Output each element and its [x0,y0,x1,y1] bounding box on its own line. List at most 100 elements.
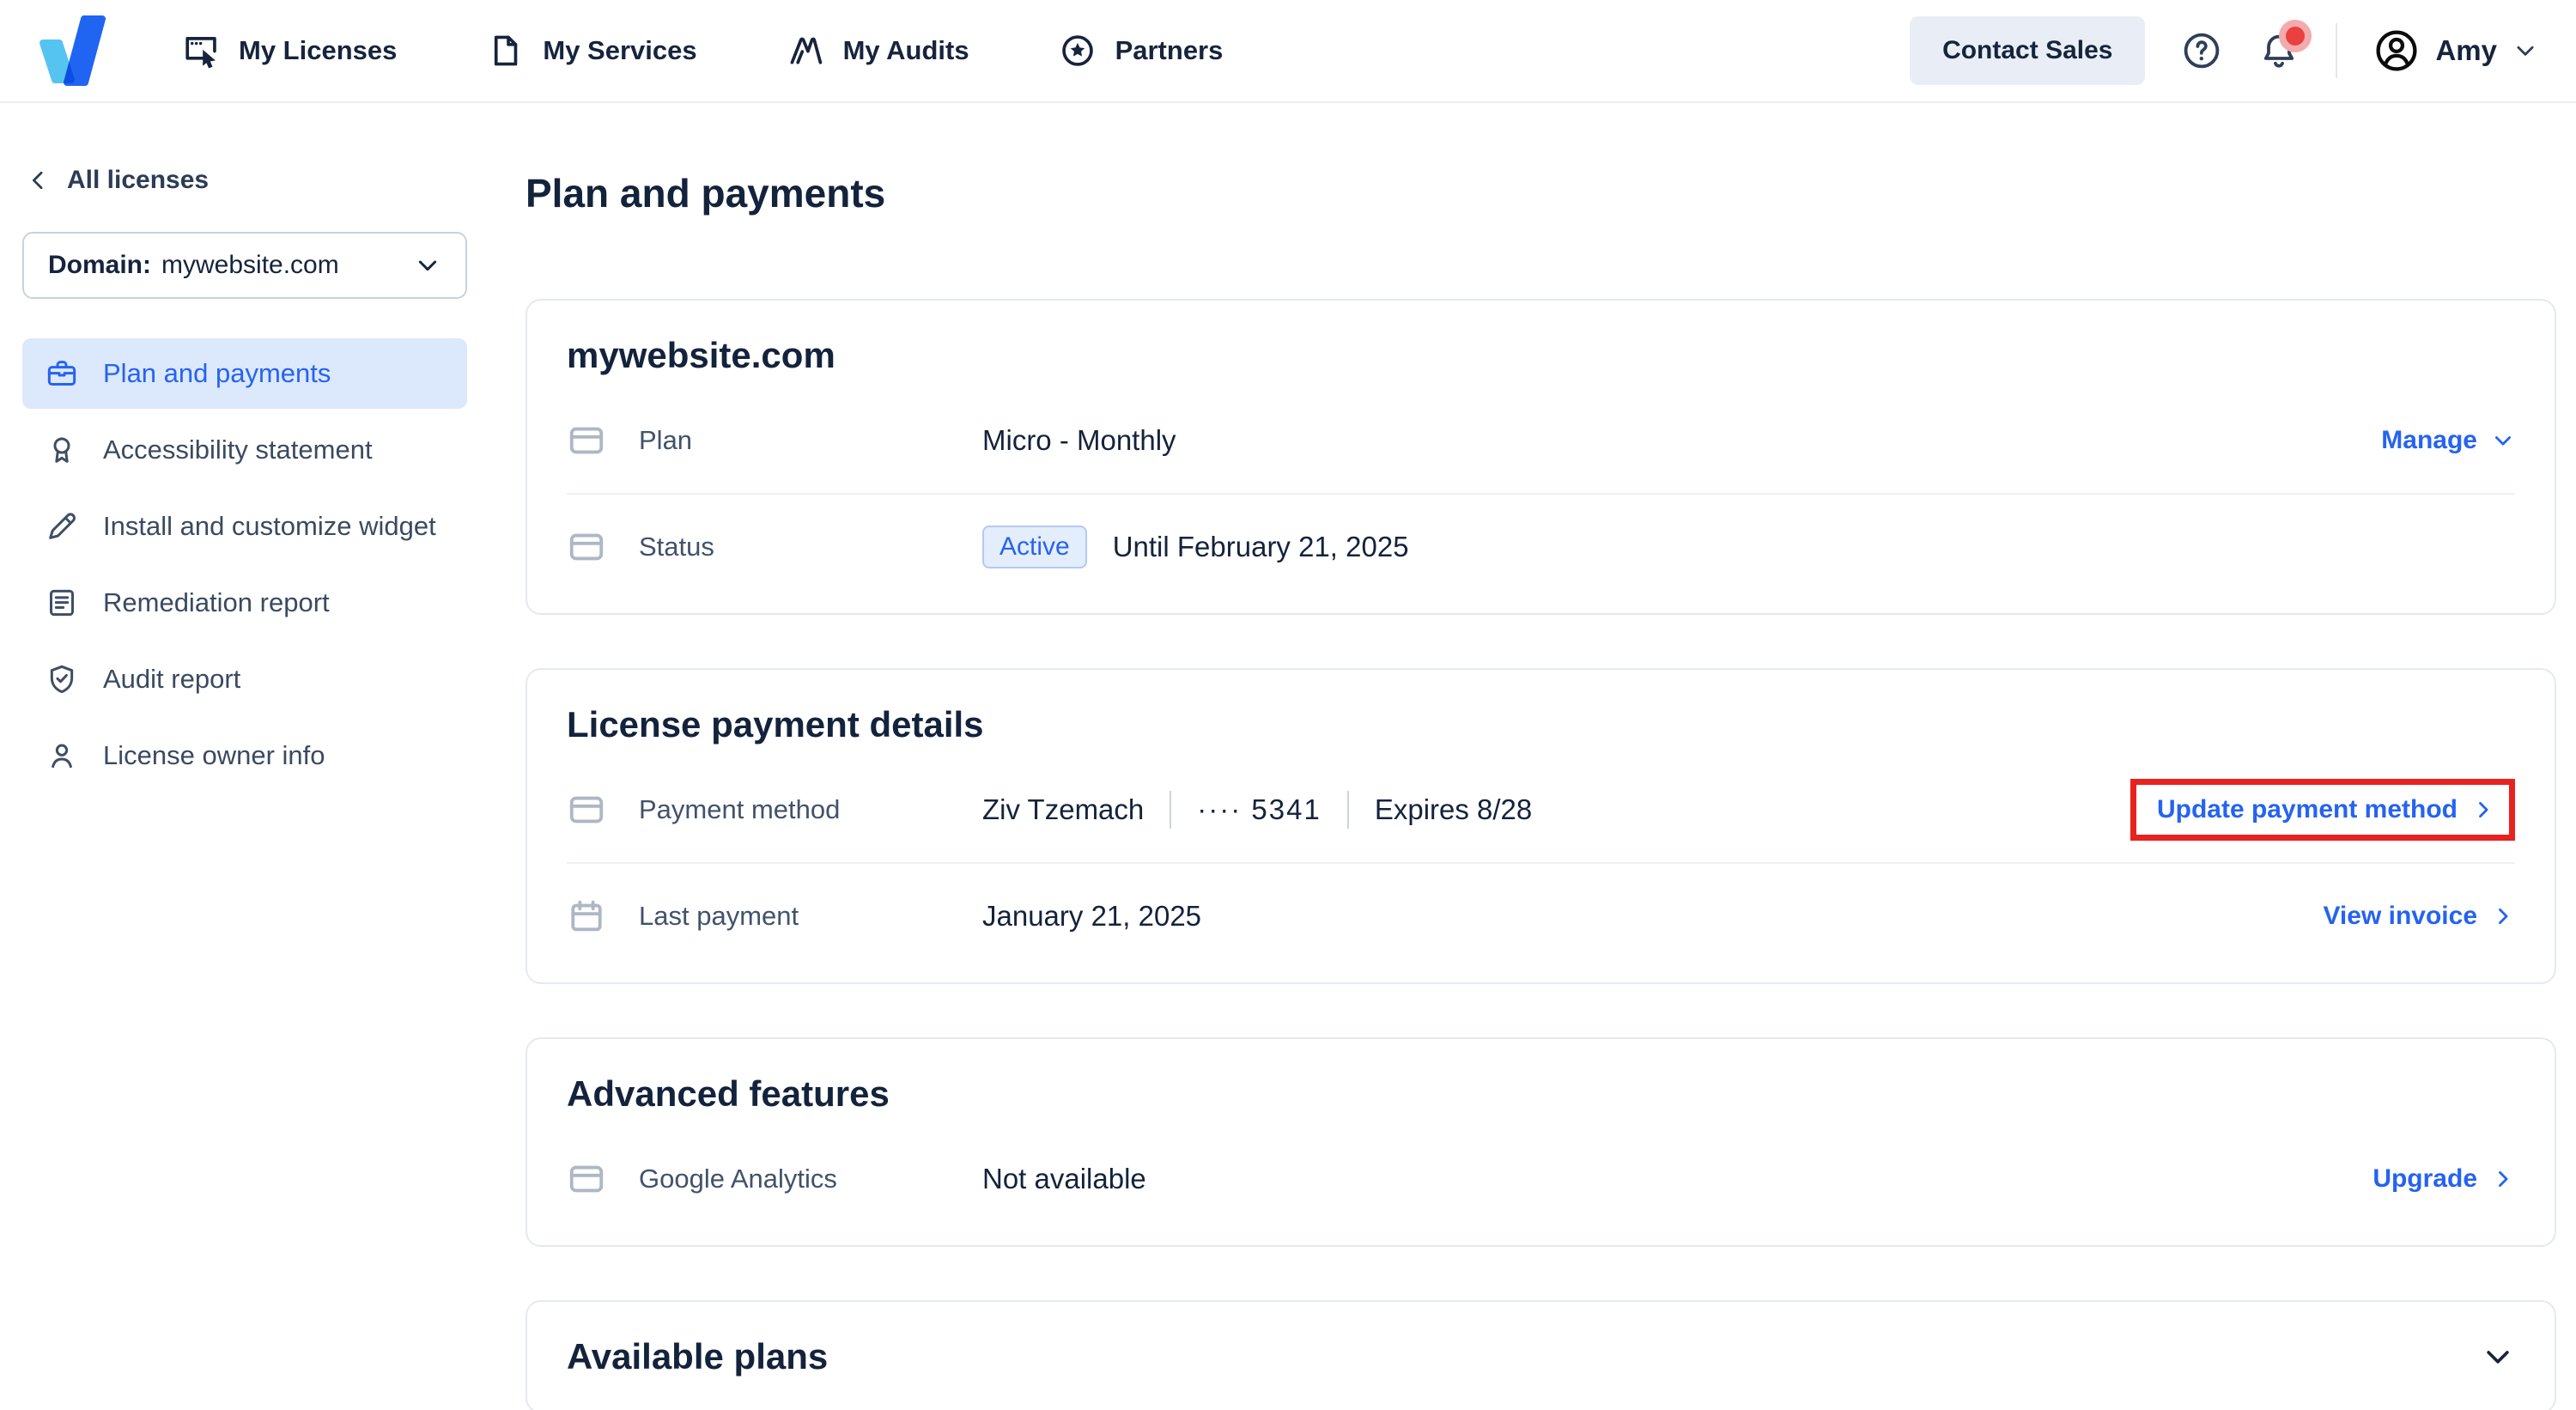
card-expiry: Expires 8/28 [1374,793,1533,825]
row-divider [567,493,2515,495]
nav-label: Partners [1115,35,1224,65]
update-payment-method-label: Update payment method [2156,795,2458,824]
audits-icon [787,32,824,70]
status-until: Until February 21, 2025 [1112,531,1409,562]
licenses-icon [182,32,220,70]
value-separator [1170,791,1172,829]
payment-card: License payment details Payment method Z… [526,668,2556,984]
credit-card-icon [567,527,606,567]
domain-card-title: mywebsite.com [567,335,835,375]
chevron-right-icon [2491,904,2515,928]
page-title: Plan and payments [526,171,886,216]
plan-row: Plan Micro - Monthly Manage [527,397,2555,484]
value-separator [1346,791,1349,829]
back-all-licenses[interactable]: All licenses [22,165,467,196]
top-nav: My Licenses My Services My Audits Partne… [0,0,2576,103]
domain-prefix: Domain: [48,251,151,279]
upgrade-label: Upgrade [2372,1164,2477,1193]
notifications-button[interactable] [2258,20,2312,71]
domain-value: mywebsite.com [161,251,339,279]
view-invoice-link[interactable]: View invoice [2323,902,2515,931]
nav-my-audits[interactable]: My Audits [787,32,969,70]
domain-card: mywebsite.com Plan Micro - Monthly Manag… [526,299,2556,615]
payer-name: Ziv Tzemach [982,793,1145,825]
avatar-icon [2373,27,2420,74]
last-payment-row: Last payment January 21, 2025 View invoi… [527,872,2555,960]
available-plans-card[interactable]: Available plans [526,1300,2556,1410]
nav-partners[interactable]: Partners [1059,32,1224,70]
sidebar-nav: Plan and payments Accessibility statemen… [22,338,467,791]
credit-card-icon [567,790,606,830]
google-analytics-value: Not available [982,1163,1146,1194]
sidebar-item-label: License owner info [103,740,325,770]
payment-method-row: Payment method Ziv Tzemach ···· 5341 Exp… [527,766,2555,854]
header-actions: Contact Sales Amy [1910,16,2538,85]
primary-nav: My Licenses My Services My Audits Partne… [182,32,1223,70]
chevron-right-icon [2491,1167,2515,1191]
sidebar-item-label: Install and customize widget [103,511,436,541]
domain-selector[interactable]: Domain: mywebsite.com [22,232,467,299]
nav-label: My Audits [842,35,969,65]
brand-logo[interactable] [31,12,117,89]
last-payment-value: January 21, 2025 [982,900,1202,932]
sidebar-item-plan-and-payments[interactable]: Plan and payments [22,338,467,409]
sidebar-item-remediation-report[interactable]: Remediation report [22,568,467,638]
person-icon [45,738,79,773]
nav-label: My Services [543,35,697,65]
payment-method-label: Payment method [639,794,841,824]
credit-card-icon [567,421,606,460]
manage-dropdown[interactable]: Manage [2381,426,2515,455]
upgrade-link[interactable]: Upgrade [2372,1164,2515,1194]
sidebar-item-label: Accessibility statement [103,435,373,465]
sidebar-item-audit-report[interactable]: Audit report [22,644,467,714]
sidebar-item-label: Plan and payments [103,358,331,388]
chevron-right-icon [2471,798,2495,822]
view-invoice-label: View invoice [2323,902,2477,930]
app-window: My Licenses My Services My Audits Partne… [0,0,2576,1410]
features-card-title: Advanced features [567,1073,890,1114]
row-divider [567,862,2515,864]
sidebar-item-accessibility-statement[interactable]: Accessibility statement [22,415,467,485]
partners-star-icon [1059,32,1097,70]
briefcase-icon [45,356,79,391]
sidebar-item-install-widget[interactable]: Install and customize widget [22,491,467,562]
contact-sales-button[interactable]: Contact Sales [1910,16,2146,85]
plan-label: Plan [639,425,693,455]
status-label: Status [639,532,714,562]
last-payment-label: Last payment [639,901,799,931]
notification-dot [2279,20,2312,52]
back-label: All licenses [67,166,210,194]
sidebar-item-label: Audit report [103,664,241,694]
chevron-down-icon [414,252,441,279]
plan-value: Micro - Monthly [982,424,1176,456]
main-content: Plan and payments mywebsite.com Plan Mic… [486,103,2576,1410]
chevron-down-icon[interactable] [2481,1340,2515,1374]
calendar-icon [567,896,606,936]
award-ribbon-icon [45,433,79,467]
user-name: Amy [2435,34,2497,66]
help-button[interactable] [2181,30,2222,71]
update-payment-method-link[interactable]: Update payment method [2157,795,2495,824]
annotation-highlight-box: Update payment method [2129,779,2515,841]
status-badge: Active [982,526,1087,568]
shield-check-icon [45,662,79,696]
chevron-down-icon [2491,428,2515,453]
nav-my-services[interactable]: My Services [486,32,697,70]
available-plans-title: Available plans [567,1336,829,1377]
google-analytics-row: Google Analytics Not available Upgrade [527,1135,2555,1223]
manage-label: Manage [2381,426,2477,454]
status-row: Status Active Until February 21, 2025 [527,503,2555,591]
report-document-icon [45,586,79,620]
user-menu[interactable]: Amy [2373,27,2538,74]
nav-my-licenses[interactable]: My Licenses [182,32,397,70]
sidebar-item-label: Remediation report [103,587,330,617]
google-analytics-label: Google Analytics [639,1164,837,1194]
chevron-left-icon [26,167,52,193]
chevron-down-icon [2512,38,2538,64]
credit-card-icon [567,1159,606,1199]
payment-card-title: License payment details [567,704,984,745]
pencil-icon [45,509,79,544]
services-icon [486,32,524,70]
sidebar-item-license-owner-info[interactable]: License owner info [22,720,467,791]
features-card: Advanced features Google Analytics Not a… [526,1037,2556,1247]
